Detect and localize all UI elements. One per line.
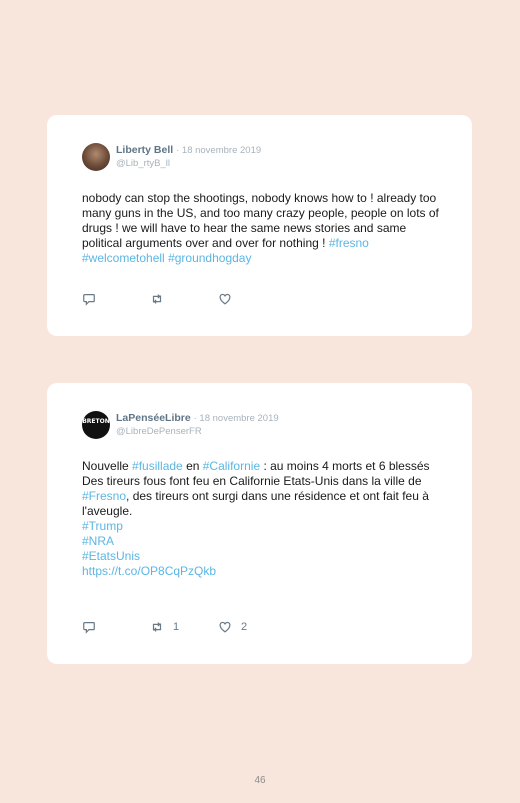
hashtag-link[interactable]: #fresno [329, 236, 369, 250]
like-button[interactable]: 2 [218, 620, 247, 634]
retweet-icon [152, 294, 162, 304]
tweet-text-segment: en [182, 459, 203, 473]
reply-icon [83, 622, 95, 634]
reply-button[interactable] [82, 292, 96, 306]
tweet-line: #NRA [82, 534, 442, 549]
tweet-text-segment: , des tireurs ont surgi dans une résiden… [82, 489, 429, 518]
tweet-text-segment: : au moins 4 morts et 6 blessés [260, 459, 430, 473]
avatar-logo-text: BRETON [82, 418, 110, 425]
hashtag-link[interactable]: #Fresno [82, 489, 126, 503]
tweet-line: #Trump [82, 519, 442, 534]
tweet-text-segment: nobody can stop the shootings, nobody kn… [82, 191, 439, 250]
hashtag-link[interactable]: #Californie [203, 459, 260, 473]
like-button[interactable] [218, 292, 241, 306]
like-icon [219, 293, 231, 305]
hashtag-link[interactable]: #EtatsUnis [82, 549, 140, 563]
retweet-icon [152, 622, 162, 632]
avatar[interactable]: BRETON [82, 411, 110, 439]
tweet-actions [82, 292, 282, 308]
tweet-text: Nouvelle #fusillade en #Californie : au … [82, 459, 442, 579]
author-name[interactable]: Liberty Bell [116, 144, 173, 156]
tweet-line: Nouvelle #fusillade en #Californie : au … [82, 459, 442, 474]
author-handle[interactable]: @LibreDePenserFR [116, 426, 202, 437]
like-count: 2 [241, 621, 248, 633]
hashtag-link[interactable]: #welcometohell [82, 251, 165, 265]
tweet-line: Des tireurs fous font feu en Californie … [82, 474, 442, 519]
tweet-line: https://t.co/OP8CqPzQkb [82, 564, 442, 579]
retweet-button[interactable] [150, 292, 173, 306]
hashtag-link[interactable]: #groundhogday [168, 251, 251, 265]
url-link[interactable]: https://t.co/OP8CqPzQkb [82, 564, 216, 578]
retweet-count: 1 [173, 621, 180, 633]
page-number: 46 [254, 775, 266, 786]
tweet-text-segment: Des tireurs fous font feu en Californie … [82, 474, 422, 488]
tweet-card: BRETON LaPenséeLibre · 18 novembre 2019 … [47, 383, 472, 664]
tweet-date[interactable]: · 18 novembre 2019 [176, 145, 261, 156]
tweet-card: Liberty Bell · 18 novembre 2019 @Lib_rty… [47, 115, 472, 336]
tweet-text-segment: Nouvelle [82, 459, 133, 473]
like-icon [219, 621, 231, 633]
hashtag-link[interactable]: #NRA [82, 534, 114, 548]
reply-button[interactable] [82, 620, 96, 634]
tweet-date[interactable]: · 18 novembre 2019 [194, 413, 279, 424]
tweet-line: #EtatsUnis [82, 549, 442, 564]
tweet-text: nobody can stop the shootings, nobody kn… [82, 191, 442, 266]
tweet-actions: 1 2 [82, 620, 282, 636]
reply-icon [83, 294, 95, 306]
author-name[interactable]: LaPenséeLibre [116, 412, 191, 424]
author-handle[interactable]: @Lib_rtyB_ll [116, 158, 170, 169]
hashtag-link[interactable]: #fusillade [132, 459, 183, 473]
retweet-button[interactable]: 1 [150, 620, 179, 634]
avatar[interactable] [82, 143, 110, 171]
hashtag-link[interactable]: #Trump [82, 519, 123, 533]
